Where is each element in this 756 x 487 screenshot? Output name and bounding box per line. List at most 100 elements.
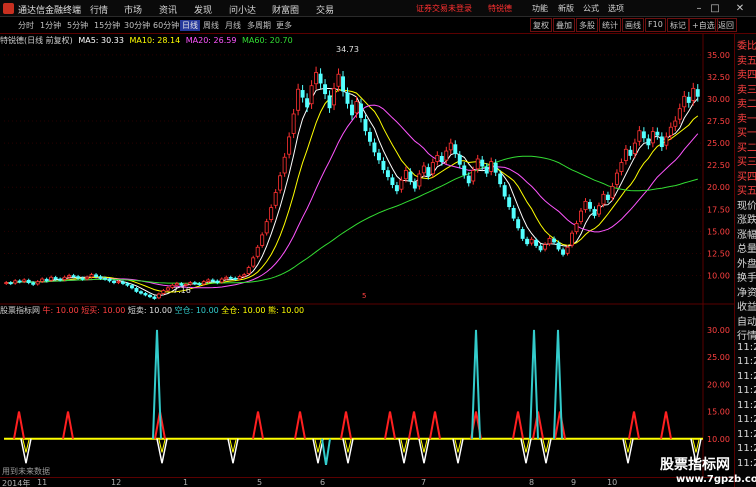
f10-button[interactable]: F10	[645, 18, 666, 32]
period-tab-15min[interactable]: 15分钟	[94, 20, 120, 31]
quote-panel-item: 买五	[737, 186, 756, 197]
candle-body	[426, 167, 431, 177]
minimize-icon[interactable]: –	[694, 3, 704, 14]
candle-body	[498, 173, 503, 185]
candle-body	[323, 84, 328, 95]
candle-body	[390, 177, 395, 185]
menu-formula[interactable]: 公式	[583, 3, 599, 14]
candle-body	[282, 156, 287, 174]
add-watchlist-button[interactable]: +自选	[689, 18, 718, 32]
candle-body	[650, 131, 655, 144]
candle-body	[417, 173, 422, 187]
quote-panel-item: 买四	[737, 171, 756, 183]
period-tab-1min[interactable]: 1分钟	[40, 20, 61, 31]
menu-options[interactable]: 选项	[608, 3, 624, 14]
candle-body	[484, 166, 489, 174]
candle-body	[525, 238, 530, 245]
menu-item-market[interactable]: 市场	[124, 3, 142, 16]
quote-panel-item: 11:25	[737, 370, 756, 382]
candle-body	[403, 170, 408, 180]
candle-body	[412, 181, 417, 189]
candle-body	[165, 287, 170, 291]
period-tab-multi[interactable]: 多周期	[247, 20, 271, 31]
candle-body	[201, 281, 206, 285]
candle-body	[534, 239, 539, 246]
candle-body	[336, 73, 341, 87]
price-tick-label: 22.50	[707, 161, 730, 170]
menu-function[interactable]: 功能	[532, 3, 548, 14]
period-tab-5min[interactable]: 5分钟	[67, 20, 88, 31]
quote-panel-item: 11:25	[737, 414, 756, 425]
candle-body	[17, 280, 22, 283]
candle-body	[385, 170, 390, 178]
period-tab-60min[interactable]: 60分钟	[153, 20, 179, 31]
quote-panel-item: 行情	[737, 331, 756, 342]
period-tab-weekly[interactable]: 周线	[203, 20, 219, 31]
quote-panel-item: 自动	[737, 316, 756, 328]
close-icon[interactable]: ✕	[735, 3, 745, 14]
candle-body	[147, 294, 152, 298]
candle-body	[341, 76, 345, 92]
quote-panel-item: 卖四	[737, 70, 756, 81]
period-tab-30min[interactable]: 30分钟	[124, 20, 150, 31]
candle-body	[448, 142, 453, 151]
period-tab-more[interactable]: 更多	[276, 20, 292, 31]
maximize-icon[interactable]: □	[710, 3, 720, 14]
watermark-url: www.7gpzb.com	[676, 474, 756, 485]
bull-signal	[628, 411, 640, 439]
back-button[interactable]: 返回	[715, 18, 737, 32]
candle-body	[695, 89, 700, 97]
overlay-button[interactable]: 叠加	[553, 18, 575, 32]
candle-body	[520, 229, 525, 239]
candle-body	[475, 158, 480, 170]
candle-body	[691, 87, 696, 101]
date-label: 12	[111, 478, 122, 487]
mark-button[interactable]: 标记	[667, 18, 689, 32]
multi-stock-button[interactable]: 多股	[576, 18, 598, 32]
candle-body	[574, 223, 579, 233]
candle-body	[287, 136, 292, 155]
candle-body	[592, 209, 597, 216]
menu-item-trade[interactable]: 交易	[316, 3, 334, 16]
candle-body	[394, 185, 399, 192]
kline-chart[interactable]: 35.00 32.50 30.00 27.50 25.00 22.50 20.00 17.50…	[0, 34, 734, 477]
period-tab-minute[interactable]: 分时	[18, 20, 34, 31]
menu-item-ask[interactable]: 问小达	[229, 3, 256, 16]
candle-body	[664, 136, 669, 146]
date-label: 5	[257, 478, 263, 487]
login-status[interactable]: 证券交易未登录	[416, 3, 472, 14]
candle-body	[381, 160, 386, 170]
indicator-name: 股票指标网	[0, 306, 40, 315]
indicator-tick-label: 30.00	[707, 326, 730, 335]
menu-item-discover[interactable]: 发现	[194, 3, 212, 16]
quote-panel-item: 换手	[737, 273, 756, 284]
menu-item-wealth[interactable]: 财富圈	[272, 3, 299, 16]
quote-panel-item: 11:25	[737, 385, 756, 396]
candle-body	[345, 92, 350, 104]
candle-body	[421, 165, 426, 174]
price-tick-label: 27.50	[707, 117, 730, 126]
candle-body	[552, 238, 557, 243]
period-tab-monthly[interactable]: 月线	[225, 20, 241, 31]
adjust-button[interactable]: 复权	[530, 18, 552, 32]
indicator-full-position: 全仓: 10.00	[221, 306, 266, 315]
candle-body	[309, 85, 314, 105]
candle-body	[529, 238, 534, 244]
candle-body	[677, 108, 682, 120]
candle-body	[40, 278, 45, 282]
candle-body	[94, 274, 99, 277]
candle-body	[659, 136, 664, 148]
candle-body	[291, 113, 296, 134]
menu-new-version[interactable]: 新版	[558, 3, 574, 14]
quote-panel-item: 涨跌	[737, 215, 756, 226]
candle-body	[215, 280, 220, 283]
candle-body	[605, 194, 610, 200]
quote-panel-item: 卖五	[737, 55, 756, 67]
period-tab-daily[interactable]: 日线	[180, 20, 200, 31]
menu-item-news[interactable]: 资讯	[159, 3, 177, 16]
stats-button[interactable]: 统计	[599, 18, 621, 32]
menu-item-quotes[interactable]: 行情	[90, 3, 108, 16]
candle-body	[619, 162, 624, 172]
draw-line-button[interactable]: 画线	[622, 18, 644, 32]
date-label: 1	[183, 478, 189, 487]
